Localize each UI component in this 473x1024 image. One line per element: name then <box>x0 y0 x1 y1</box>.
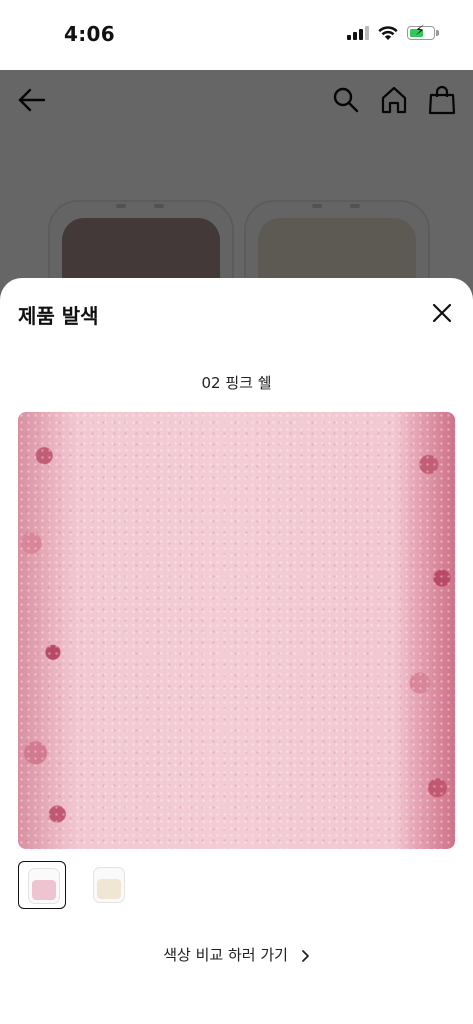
wifi-icon <box>378 26 398 40</box>
status-icons: ⚡ <box>347 24 439 41</box>
status-time: 4:06 <box>64 22 115 46</box>
shade-thumbnail-pink[interactable] <box>18 861 66 909</box>
shade-name: 02 핑크 쉘 <box>201 374 272 392</box>
shade-thumbnails <box>18 861 132 909</box>
sheet-title: 제품 발색 <box>18 304 99 328</box>
battery-charging-icon: ⚡ <box>407 24 439 40</box>
compare-colors-link[interactable]: 색상 비교 하러 가기 <box>0 944 473 965</box>
close-icon[interactable] <box>427 298 457 328</box>
cellular-signal-icon <box>347 26 369 40</box>
chevron-right-icon <box>301 949 309 962</box>
swatch-image <box>18 412 455 849</box>
shade-thumbnail-beige[interactable] <box>84 861 132 909</box>
compare-link-label: 색상 비교 하러 가기 <box>163 946 288 964</box>
color-swatch-sheet: 제품 발색 02 핑크 쉘 색상 비교 하러 가기 <box>0 278 473 1024</box>
status-bar: 4:06 ⚡ <box>0 0 473 70</box>
